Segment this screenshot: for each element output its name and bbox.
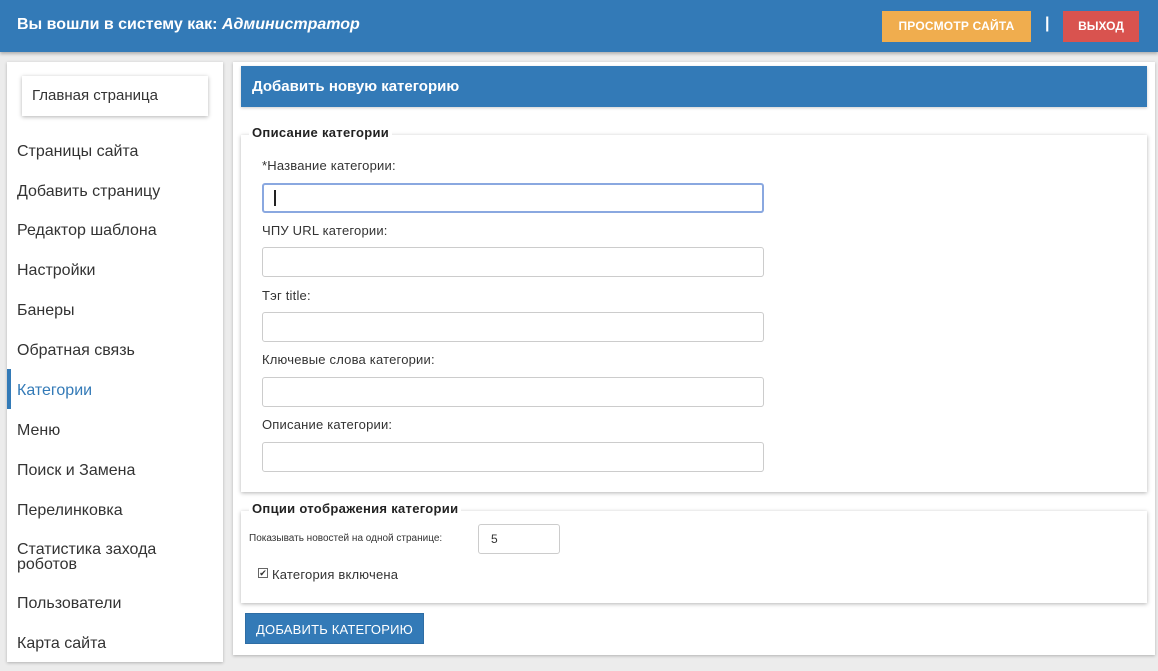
- keywords-label: Ключевые слова категории:: [262, 352, 435, 367]
- name-label: *Название категории:: [262, 158, 396, 173]
- description-label: Описание категории:: [262, 417, 393, 432]
- sidebar-item-sitemap[interactable]: Карта сайта: [17, 636, 106, 652]
- main-panel: Добавить новую категорию Описание катего…: [233, 62, 1155, 655]
- sidebar-item-add-page[interactable]: Добавить страницу: [17, 184, 160, 200]
- news-per-page-label: Показывать новостей на одной странице:: [249, 533, 443, 544]
- keywords-input[interactable]: [262, 377, 764, 407]
- sidebar-item-search-replace[interactable]: Поиск и Замена: [17, 463, 135, 479]
- category-url-input[interactable]: [262, 247, 764, 277]
- header-separator: |: [1045, 15, 1050, 32]
- description-legend: Описание категории: [249, 125, 393, 140]
- view-site-button[interactable]: ПРОСМОТР САЙТА: [882, 11, 1031, 42]
- sidebar-item-pages[interactable]: Страницы сайта: [17, 144, 138, 160]
- text-caret: [274, 190, 276, 206]
- category-name-input[interactable]: [262, 183, 764, 213]
- sidebar-item-banners[interactable]: Банеры: [17, 303, 75, 319]
- sidebar-item-robots-stats[interactable]: Статистика захода роботов: [17, 542, 187, 573]
- login-user: Администратор: [221, 16, 360, 33]
- sidebar-item-feedback[interactable]: Обратная связь: [17, 343, 135, 359]
- enabled-checkbox[interactable]: ✔: [258, 568, 268, 578]
- sidebar-item-menu[interactable]: Меню: [17, 423, 60, 439]
- description-input[interactable]: [262, 442, 764, 472]
- options-legend: Опции отображения категории: [249, 501, 462, 516]
- sidebar: Главная страница Страницы сайта Добавить…: [7, 62, 223, 662]
- active-indicator: [7, 369, 11, 409]
- sidebar-item-users[interactable]: Пользователи: [17, 596, 121, 612]
- login-prefix: Вы вошли в систему как:: [17, 16, 218, 33]
- sidebar-item-interlinking[interactable]: Перелинковка: [17, 503, 123, 519]
- login-status: Вы вошли в систему как: Администратор: [17, 16, 360, 34]
- add-category-button[interactable]: ДОБАВИТЬ КАТЕГОРИЮ: [245, 613, 424, 644]
- url-label: ЧПУ URL категории:: [262, 223, 388, 238]
- logout-button[interactable]: ВЫХОД: [1063, 11, 1139, 42]
- enabled-label: Категория включена: [272, 567, 399, 582]
- options-fieldset: Опции отображения категории Показывать н…: [241, 501, 1147, 603]
- home-button[interactable]: Главная страница: [22, 76, 208, 116]
- top-bar: Вы вошли в систему как: Администратор ПР…: [0, 0, 1158, 52]
- sidebar-item-template-editor[interactable]: Редактор шаблона: [17, 223, 157, 239]
- news-per-page-input[interactable]: 5: [478, 524, 560, 554]
- page-title: Добавить новую категорию: [241, 66, 1147, 107]
- sidebar-item-categories[interactable]: Категории: [17, 383, 92, 399]
- description-fieldset: Описание категории *Название категории: …: [241, 125, 1147, 492]
- title-tag-input[interactable]: [262, 312, 764, 342]
- title-tag-label: Тэг title:: [262, 288, 311, 303]
- sidebar-item-settings[interactable]: Настройки: [17, 263, 95, 279]
